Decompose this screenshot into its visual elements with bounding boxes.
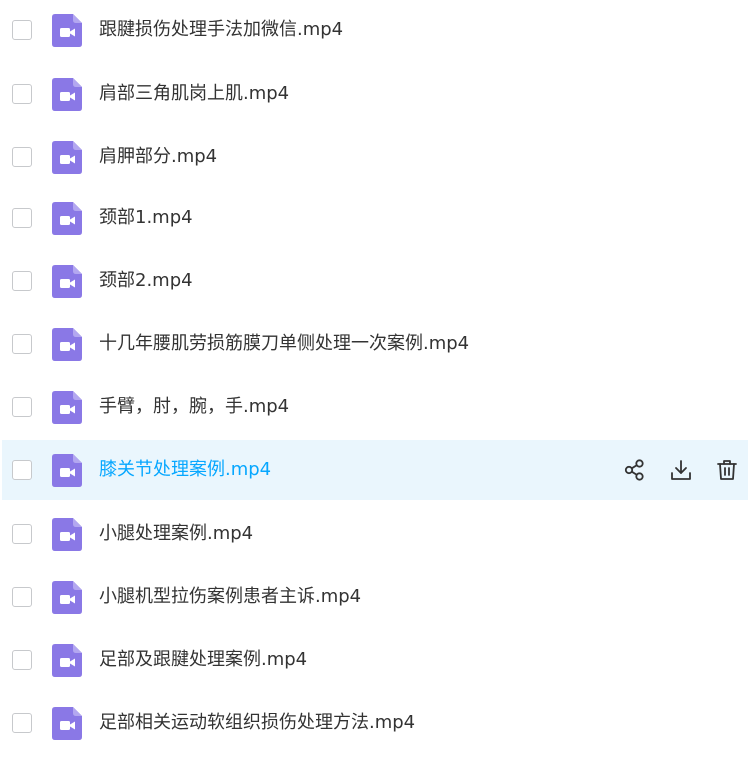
row-checkbox[interactable] bbox=[12, 208, 32, 228]
row-actions bbox=[622, 457, 740, 483]
video-file-icon bbox=[52, 77, 82, 111]
file-row[interactable]: 小腿机型拉伤案例患者主诉.mp4 bbox=[0, 567, 750, 627]
video-file-icon bbox=[52, 327, 82, 361]
file-name[interactable]: 十几年腰肌劳损筋膜刀单侧处理一次案例.mp4 bbox=[99, 333, 469, 355]
row-checkbox[interactable] bbox=[12, 524, 32, 544]
row-checkbox[interactable] bbox=[12, 147, 32, 167]
file-name[interactable]: 足部相关运动软组织损伤处理方法.mp4 bbox=[99, 712, 415, 734]
file-row[interactable]: 手臂，肘，腕，手.mp4 bbox=[0, 377, 750, 437]
row-checkbox[interactable] bbox=[12, 460, 32, 480]
video-file-icon bbox=[52, 580, 82, 614]
file-row[interactable]: 颈部2.mp4 bbox=[0, 251, 750, 311]
video-file-icon bbox=[52, 264, 82, 298]
file-row[interactable]: 十几年腰肌劳损筋膜刀单侧处理一次案例.mp4 bbox=[0, 314, 750, 374]
file-name[interactable]: 肩胛部分.mp4 bbox=[99, 146, 217, 168]
share-icon[interactable] bbox=[622, 457, 648, 483]
video-file-icon bbox=[52, 140, 82, 174]
video-file-icon bbox=[52, 13, 82, 47]
file-name[interactable]: 跟腱损伤处理手法加微信.mp4 bbox=[99, 19, 343, 41]
file-row[interactable]: 足部相关运动软组织损伤处理方法.mp4 bbox=[0, 693, 750, 753]
file-row[interactable]: 肩部三角肌岗上肌.mp4 bbox=[0, 64, 750, 124]
video-file-icon bbox=[52, 517, 82, 551]
file-name[interactable]: 肩部三角肌岗上肌.mp4 bbox=[99, 83, 289, 105]
row-checkbox[interactable] bbox=[12, 84, 32, 104]
file-name[interactable]: 手臂，肘，腕，手.mp4 bbox=[99, 396, 289, 418]
trash-icon[interactable] bbox=[714, 457, 740, 483]
video-file-icon bbox=[52, 201, 82, 235]
row-checkbox[interactable] bbox=[12, 587, 32, 607]
video-file-icon bbox=[52, 390, 82, 424]
file-name[interactable]: 颈部2.mp4 bbox=[99, 270, 193, 292]
row-checkbox[interactable] bbox=[12, 397, 32, 417]
row-checkbox[interactable] bbox=[12, 271, 32, 291]
file-row[interactable]: 小腿处理案例.mp4 bbox=[0, 504, 750, 564]
video-file-icon bbox=[52, 453, 82, 487]
file-row[interactable]: 肩胛部分.mp4 bbox=[0, 127, 750, 187]
file-row[interactable]: 足部及跟腱处理案例.mp4 bbox=[0, 630, 750, 690]
download-icon[interactable] bbox=[668, 457, 694, 483]
file-name[interactable]: 足部及跟腱处理案例.mp4 bbox=[99, 649, 307, 671]
file-row[interactable]: 跟腱损伤处理手法加微信.mp4 bbox=[0, 0, 750, 60]
file-name[interactable]: 颈部1.mp4 bbox=[99, 207, 193, 229]
file-name[interactable]: 膝关节处理案例.mp4 bbox=[99, 459, 271, 481]
file-name[interactable]: 小腿处理案例.mp4 bbox=[99, 523, 253, 545]
video-file-icon bbox=[52, 706, 82, 740]
file-name[interactable]: 小腿机型拉伤案例患者主诉.mp4 bbox=[99, 586, 361, 608]
file-row-hovered[interactable]: 膝关节处理案例.mp4 bbox=[2, 440, 748, 500]
row-checkbox[interactable] bbox=[12, 20, 32, 40]
video-file-icon bbox=[52, 643, 82, 677]
row-checkbox[interactable] bbox=[12, 334, 32, 354]
file-list: 跟腱损伤处理手法加微信.mp4 肩部三角肌岗上肌.mp4 肩胛部分.mp4 颈部… bbox=[0, 0, 750, 758]
row-checkbox[interactable] bbox=[12, 650, 32, 670]
file-row[interactable]: 颈部1.mp4 bbox=[0, 188, 750, 248]
row-checkbox[interactable] bbox=[12, 713, 32, 733]
